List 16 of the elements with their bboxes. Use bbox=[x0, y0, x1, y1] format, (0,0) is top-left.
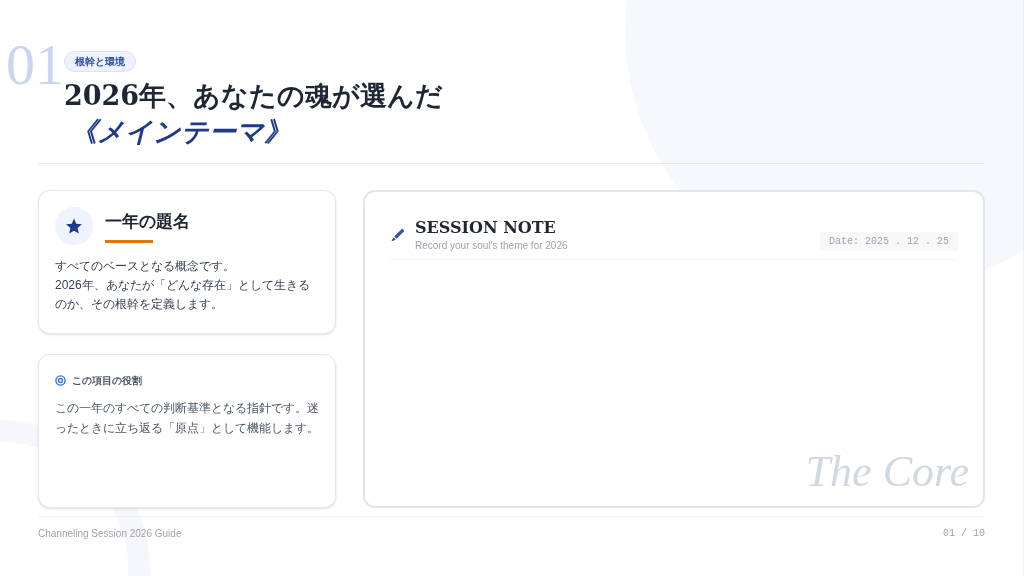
note-subtitle: Record your soul's theme for 2026 bbox=[415, 239, 568, 253]
card-text: 2026年、あなたが「どんな存在」として生きるのか、その根幹を定義します。 bbox=[55, 277, 311, 313]
page-title: 2026年、あなたの魂が選んだ bbox=[64, 79, 444, 113]
theme-title: 《メインテーマ》 bbox=[69, 115, 291, 149]
date-label: Date: 2025 . 12 . 25 bbox=[819, 232, 958, 251]
pen-icon bbox=[390, 228, 405, 243]
page-number: 01 / 10 bbox=[943, 527, 985, 541]
role-text: この一年のすべての判断基準となる指針です。迷ったときに立ち返る「原点」として機能します。 bbox=[55, 400, 319, 437]
card-text: すべてのベースとなる概念です。 bbox=[55, 258, 236, 275]
footer-guide: Channeling Session 2026 Guide bbox=[38, 527, 182, 541]
category-badge: 根幹と環境 bbox=[64, 51, 136, 72]
role-heading: この項目の役割 bbox=[72, 374, 142, 388]
heading-underline bbox=[105, 240, 153, 244]
target-icon bbox=[55, 375, 66, 386]
card-heading: 一年の題名 bbox=[105, 209, 190, 233]
note-title: SESSION NOTE bbox=[415, 218, 557, 238]
